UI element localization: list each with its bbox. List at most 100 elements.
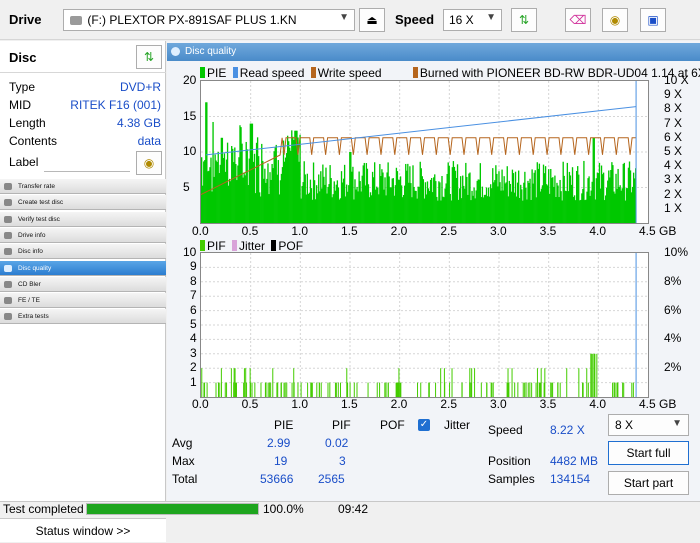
pif-bar (543, 382, 545, 397)
pif-bar (522, 382, 524, 397)
pif-bar (243, 368, 245, 397)
pif-bar (267, 382, 269, 397)
nav-item-verify-test-disc[interactable]: Verify test disc (0, 211, 166, 227)
c1-x-tick: 4.0 (589, 224, 607, 238)
jitter-checkbox[interactable]: ✓ (418, 419, 430, 431)
nav-item-icon (4, 248, 12, 256)
pif-bar (586, 368, 588, 397)
speed-select[interactable]: 16 X ▼ (443, 9, 502, 31)
pif-bar (420, 382, 422, 397)
pif-bar (270, 382, 272, 397)
test-speed-select[interactable]: 8 X ▼ (608, 414, 689, 436)
pif-bar (417, 382, 419, 397)
pif-bar (367, 382, 369, 397)
eject-button[interactable]: ⏏ (359, 8, 385, 32)
disc-label-button[interactable]: ◉ (136, 151, 162, 175)
pif-bar (531, 382, 533, 397)
pif-bar (268, 382, 270, 397)
pif-bar (291, 382, 293, 397)
nav-item-label: CD Bler (18, 280, 41, 288)
chevron-down-icon: ▼ (339, 12, 349, 23)
c2-yleft-tick: 3 (190, 345, 197, 360)
save-icon: ▣ (647, 13, 659, 27)
nav-item-icon (4, 231, 12, 239)
pif-bar (320, 382, 322, 397)
pif-bar (612, 382, 614, 397)
disc-refresh-button[interactable]: ⇅ (136, 45, 162, 69)
disc-header: Disc ⇅ (0, 41, 166, 73)
nav-item-drive-info[interactable]: Drive info (0, 227, 166, 243)
drive-select[interactable]: (F:) PLEXTOR PX-891SAF PLUS 1.KN ▼ (63, 9, 355, 31)
copy-button[interactable]: ◉ (602, 8, 628, 32)
c1-x-tick: 1.0 (291, 224, 309, 238)
c2-x-tick: 0.0 (192, 397, 209, 411)
pif-bar (385, 382, 387, 397)
pif-bar (264, 382, 266, 397)
pif-bar (506, 382, 508, 397)
jitter-swatch (232, 240, 238, 251)
pif-bar (224, 382, 226, 397)
pif-bar (307, 382, 309, 397)
c1-yright-tick: 9 X (664, 87, 683, 102)
pif-bar (582, 382, 584, 397)
start-part-button[interactable]: Start part (608, 471, 689, 495)
nav-item-label: Drive info (18, 231, 46, 239)
nav-item-fe-te[interactable]: FE / TE (0, 293, 166, 309)
nav-item-cd-bler[interactable]: CD Bler (0, 276, 166, 292)
disc-type-key: Type (9, 80, 36, 94)
save-button[interactable]: ▣ (640, 8, 666, 32)
c1-yright-tick: 7 X (664, 115, 683, 130)
c2-yleft-tick: 10 (183, 245, 197, 259)
speed-stat-label: Speed (488, 423, 523, 437)
legend-pie: PIE (207, 66, 227, 80)
disc-label-input[interactable] (44, 154, 130, 172)
nav-item-label: Create test disc (18, 199, 64, 207)
pif-bar (550, 382, 552, 397)
start-full-label: Start full (626, 446, 671, 460)
c1-yleft-tick: 10 (183, 144, 197, 158)
disc-contents-key: Contents (9, 134, 58, 148)
disc-drive-icon (70, 16, 82, 25)
stats-col-pof: POF (380, 418, 405, 432)
drive-label: Drive (9, 12, 42, 27)
eject-icon: ⏏ (366, 13, 378, 27)
pif-bar (514, 382, 516, 397)
c1-yright-tick: 8 X (664, 101, 683, 116)
refresh-speed-button[interactable]: ⇅ (511, 8, 537, 32)
pif-bar (517, 382, 519, 397)
nav-item-disc-info[interactable]: Disc info (0, 244, 166, 260)
progress-fill (87, 504, 258, 514)
pif-bar (310, 382, 312, 397)
pif-bar (536, 368, 538, 397)
pif-bar (587, 382, 589, 397)
pif-bar (507, 368, 509, 397)
status-window-button[interactable]: Status window >> (0, 518, 166, 542)
pif-bar (280, 382, 282, 397)
pif-bar (527, 382, 529, 397)
nav-item-transfer-rate[interactable]: Transfer rate (0, 179, 166, 194)
nav-item-extra-tests[interactable]: Extra tests (0, 309, 166, 325)
c2-x-tick: 3.5 (539, 397, 557, 411)
pif-bar (226, 382, 228, 397)
c1-yright-tick: 5 X (664, 144, 683, 158)
start-part-label: Start part (623, 476, 674, 490)
nav-item-disc-quality[interactable]: Disc quality (0, 260, 166, 276)
pif-bar (277, 382, 279, 397)
pie-swatch (200, 67, 205, 78)
pif-bar (316, 382, 318, 397)
pif-chart-svg (201, 253, 648, 397)
pif-bar (297, 382, 299, 397)
start-full-button[interactable]: Start full (608, 441, 689, 465)
pif-bar (335, 382, 337, 397)
nav-item-create-test-disc[interactable]: Create test disc (0, 195, 166, 211)
pif-bar (508, 382, 510, 397)
c2-yleft-tick: 2 (190, 360, 197, 375)
c1-x-tick: 2.0 (390, 224, 408, 238)
nav-item-icon (4, 199, 12, 207)
pif-bar (399, 382, 401, 397)
c2-yright-tick: 4% (664, 331, 682, 346)
erase-button[interactable]: ⌫ (565, 8, 591, 32)
max-pif-value: 3 (339, 454, 346, 468)
pif-bar (206, 382, 208, 397)
c1-yright-tick: 10 X (664, 73, 689, 87)
